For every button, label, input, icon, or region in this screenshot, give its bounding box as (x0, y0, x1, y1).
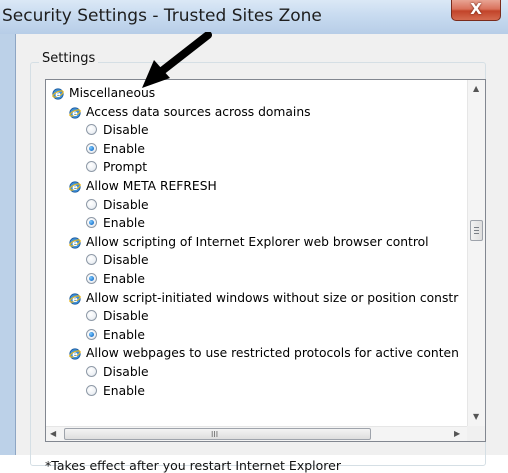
ie-e-icon: e (69, 292, 81, 305)
radio-button[interactable] (86, 384, 97, 396)
radio-button[interactable] (86, 366, 97, 377)
horizontal-scrollbar[interactable]: ◀ III ▶ (46, 426, 467, 441)
option-label: Disable (103, 365, 149, 379)
svg-text:e: e (72, 109, 78, 118)
scroll-down-icon[interactable]: ▼ (473, 412, 479, 422)
scroll-left-icon[interactable]: ◀ (50, 429, 56, 439)
setting-label: Allow webpages to use restricted protoco… (86, 346, 459, 361)
svg-text:e: e (55, 90, 61, 99)
settings-tree-list[interactable]: e Miscellaneous e Access data sources acros… (45, 79, 486, 442)
security-settings-window: Security Settings - Trusted Sites Zone X… (0, 0, 508, 473)
option-label: Disable (103, 123, 149, 138)
radio-button-selected[interactable] (86, 142, 97, 154)
setting-label: Allow scripting of Internet Explorer web… (86, 234, 429, 249)
scroll-grip-icon: III (211, 430, 219, 439)
radio-button[interactable] (86, 254, 97, 266)
scroll-up-icon[interactable]: ▲ (473, 84, 479, 94)
radio-button-selected[interactable] (86, 328, 97, 340)
option-label: Disable (103, 309, 149, 324)
window-title: Security Settings - Trusted Sites Zone (2, 6, 322, 26)
vertical-scroll-thumb[interactable] (470, 220, 483, 241)
horizontal-scroll-thumb[interactable]: III (64, 428, 371, 440)
title-bar[interactable]: Security Settings - Trusted Sites Zone X (0, 0, 508, 34)
option-label: Disable (103, 197, 149, 212)
radio-button-selected[interactable] (86, 217, 97, 229)
close-button[interactable]: X (451, 0, 501, 21)
setting-label: Allow script-initiated windows without s… (86, 290, 459, 305)
ie-e-icon: e (69, 180, 81, 193)
option-label: Prompt (103, 160, 148, 175)
option-label: Disable (103, 253, 149, 268)
grip-line (474, 230, 479, 231)
radio-button[interactable] (86, 198, 97, 210)
ie-e-icon: e (69, 347, 81, 360)
radio-button-selected[interactable] (86, 273, 97, 284)
restart-footnote: *Takes effect after you restart Internet… (45, 458, 341, 473)
svg-text:e: e (72, 239, 78, 248)
radio-button[interactable] (86, 161, 97, 173)
setting-label: Access data sources across domains (86, 104, 311, 119)
scrollbar-corner (467, 426, 485, 441)
setting-label: Allow META REFRESH (86, 179, 217, 193)
grip-line (474, 233, 479, 234)
ie-e-icon: e (69, 236, 81, 249)
svg-text:e: e (72, 350, 78, 359)
svg-text:e: e (72, 183, 78, 192)
ie-e-icon: e (52, 87, 64, 100)
option-label: Enable (103, 216, 145, 231)
black-arrow-icon (142, 32, 212, 88)
option-label: Enable (103, 141, 145, 156)
ie-e-icon: e (69, 106, 81, 119)
option-label: Enable (103, 327, 145, 342)
option-label: Enable (103, 272, 145, 286)
scroll-right-icon[interactable]: ▶ (454, 429, 460, 439)
grip-line (474, 227, 479, 228)
radio-button[interactable] (86, 310, 97, 322)
option-label: Enable (103, 383, 145, 398)
vertical-scrollbar[interactable]: ▲ ▼ (467, 80, 485, 426)
close-icon: X (470, 0, 482, 18)
settings-group-label: Settings (39, 51, 99, 66)
dialog-content: Settings e Miscellaneous e Access data sour… (15, 34, 508, 473)
svg-text:e: e (72, 295, 78, 304)
radio-button[interactable] (86, 124, 97, 136)
